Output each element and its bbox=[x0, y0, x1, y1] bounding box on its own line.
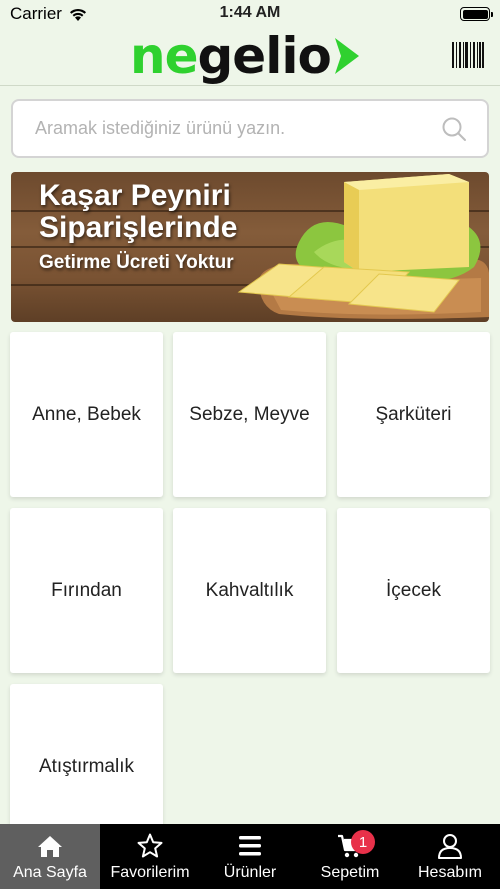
banner-subtitle: Getirme Ücreti Yoktur bbox=[39, 252, 234, 273]
category-label: Anne, Bebek bbox=[32, 403, 141, 425]
category-icecek[interactable]: İçecek bbox=[337, 508, 490, 673]
tab-label: Ana Sayfa bbox=[13, 864, 87, 881]
tab-products[interactable]: Ürünler bbox=[200, 824, 300, 889]
category-label: Fırından bbox=[51, 579, 122, 601]
category-sebze-meyve[interactable]: Sebze, Meyve bbox=[173, 332, 326, 497]
brand-logo[interactable]: ne gelio bbox=[130, 27, 363, 85]
category-label: Atıştırmalık bbox=[38, 755, 134, 777]
app-header: ne gelio bbox=[0, 28, 500, 86]
bottom-tab-bar: Ana Sayfa Favorilerim Ürünler 1 Sepetim … bbox=[0, 824, 500, 889]
tab-label: Hesabım bbox=[417, 864, 483, 881]
logo-arrow-icon bbox=[334, 38, 359, 74]
tab-home[interactable]: Ana Sayfa bbox=[0, 824, 100, 889]
tab-label: Sepetim bbox=[320, 864, 380, 881]
category-label: Şarküteri bbox=[375, 403, 452, 425]
tab-cart[interactable]: 1 Sepetim bbox=[300, 824, 400, 889]
tab-favorites[interactable]: Favorilerim bbox=[100, 824, 200, 889]
category-label: İçecek bbox=[386, 579, 441, 601]
status-bar: Carrier bbox=[0, 0, 500, 28]
category-firindan[interactable]: Fırından bbox=[10, 508, 163, 673]
user-icon bbox=[438, 834, 462, 859]
logo-text-dark: gelio bbox=[197, 27, 332, 85]
category-sarkuteri[interactable]: Şarküteri bbox=[337, 332, 490, 497]
star-icon bbox=[137, 833, 163, 858]
tab-label: Ürünler bbox=[223, 864, 277, 881]
search-input[interactable] bbox=[35, 118, 441, 139]
menu-icon bbox=[239, 836, 261, 856]
category-anne-bebek[interactable]: Anne, Bebek bbox=[10, 332, 163, 497]
carrier-label: Carrier bbox=[10, 4, 62, 23]
cart-badge: 1 bbox=[351, 830, 375, 854]
promo-banner[interactable]: Kaşar Peyniri Siparişlerinde Getirme Ücr… bbox=[11, 172, 489, 322]
status-left: Carrier bbox=[10, 4, 88, 24]
category-kahvaltilik[interactable]: Kahvaltılık bbox=[173, 508, 326, 673]
wifi-icon bbox=[69, 8, 86, 21]
home-icon bbox=[38, 836, 62, 857]
category-label: Sebze, Meyve bbox=[189, 403, 310, 425]
category-label: Kahvaltılık bbox=[205, 579, 294, 601]
search-icon[interactable] bbox=[441, 116, 467, 142]
battery-icon bbox=[460, 7, 493, 21]
tab-account[interactable]: Hesabım bbox=[400, 824, 500, 889]
logo-text-green: ne bbox=[130, 27, 199, 85]
barcode-scan-icon[interactable] bbox=[452, 42, 484, 68]
cheese-image bbox=[237, 174, 489, 319]
search-bar[interactable] bbox=[11, 99, 489, 158]
banner-title: Kaşar Peyniri Siparişlerinde bbox=[39, 179, 238, 244]
tab-label: Favorilerim bbox=[110, 864, 190, 881]
